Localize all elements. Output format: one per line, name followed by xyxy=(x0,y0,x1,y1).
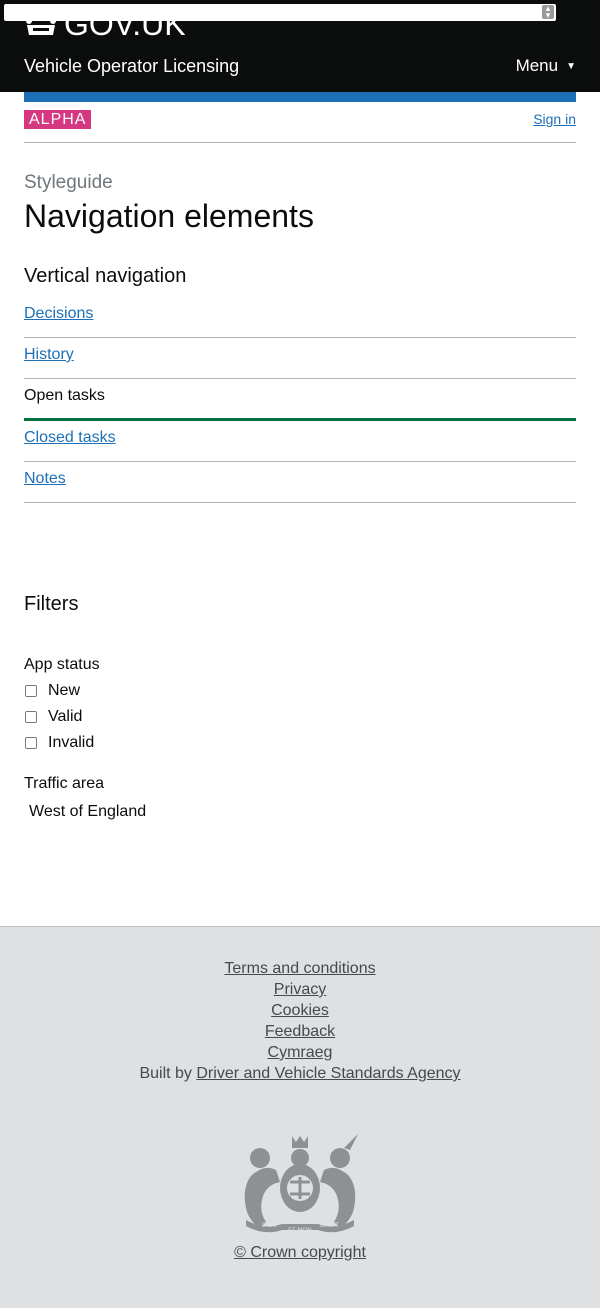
nav-item-decisions: Decisions xyxy=(24,297,576,338)
sign-in-link[interactable]: Sign in xyxy=(533,111,576,127)
filters-heading: Filters xyxy=(24,593,79,615)
royal-crest-icon: DIEU ET MON DROIT xyxy=(244,1134,358,1234)
menu-label: Menu xyxy=(515,56,559,75)
checkbox-label: New xyxy=(48,682,81,699)
crest-motto-3: DROIT xyxy=(320,1222,339,1229)
app-status-label: App status xyxy=(24,656,100,673)
vertical-nav-heading: Vertical navigation xyxy=(24,265,187,287)
crest-motto-1: DIEU xyxy=(262,1222,277,1229)
checkbox-box[interactable] xyxy=(25,685,37,697)
built-by-link[interactable]: Driver and Vehicle Standards Agency xyxy=(196,1065,460,1082)
nav-item-history: History xyxy=(24,338,576,379)
triangle-down-icon: ▼ xyxy=(566,60,576,72)
checkbox-invalid[interactable]: Invalid xyxy=(25,734,94,752)
checkbox-new[interactable]: New xyxy=(25,682,80,700)
nav-link-notes[interactable]: Notes xyxy=(24,470,66,488)
nav-link-closed-tasks[interactable]: Closed tasks xyxy=(24,429,116,447)
header-blue-bar xyxy=(24,92,576,102)
footer-link-cymraeg[interactable]: Cymraeg xyxy=(0,1042,600,1063)
nav-item-notes: Notes xyxy=(24,462,576,503)
built-by-prefix: Built by xyxy=(139,1065,192,1082)
footer-links: Terms and conditions Privacy Cookies Fee… xyxy=(0,958,600,1084)
traffic-area-label: Traffic area xyxy=(24,775,105,792)
logo-text: GOV.UK xyxy=(64,6,186,42)
built-by: Built by Driver and Vehicle Standards Ag… xyxy=(0,1063,600,1084)
nav-item-open-tasks: Open tasks xyxy=(24,379,576,421)
nav-link-decisions[interactable]: Decisions xyxy=(24,305,93,323)
traffic-area-select[interactable]: West of England xyxy=(29,803,146,821)
phase-banner: ALPHA Sign in xyxy=(24,110,576,143)
checkbox-label: Invalid xyxy=(48,734,95,751)
menu-button[interactable]: Menu ▼ xyxy=(516,56,576,76)
crown-icon xyxy=(26,14,56,35)
service-name[interactable]: Vehicle Operator Licensing xyxy=(24,56,239,77)
select-arrows-icon: ▴ ▾ xyxy=(542,4,554,20)
nav-link-history[interactable]: History xyxy=(24,346,74,364)
phase-tag: ALPHA xyxy=(24,110,92,129)
checkbox-box[interactable] xyxy=(25,711,37,723)
checkbox-valid[interactable]: Valid xyxy=(25,708,82,726)
footer-link-feedback[interactable]: Feedback xyxy=(0,1021,600,1042)
header: ▴ ▾ GOV.UK Vehicle Operator Licensing Men… xyxy=(0,0,600,92)
crown-copyright-link[interactable]: © Crown copyright xyxy=(234,1244,366,1261)
nav-current-open-tasks: Open tasks xyxy=(24,387,105,404)
nav-item-closed-tasks: Closed tasks xyxy=(24,421,576,462)
footer-link-terms[interactable]: Terms and conditions xyxy=(0,958,600,979)
checkbox-label: Valid xyxy=(48,708,83,725)
footer-link-cookies[interactable]: Cookies xyxy=(0,1000,600,1021)
page-title: Navigation elements xyxy=(24,198,314,234)
vertical-nav: Decisions History Open tasks Closed task… xyxy=(24,297,576,503)
page-caption: Styleguide xyxy=(24,172,113,193)
govuk-logo-link[interactable]: GOV.UK xyxy=(24,6,186,42)
checkbox-box[interactable] xyxy=(25,737,37,749)
footer-link-privacy[interactable]: Privacy xyxy=(0,979,600,1000)
copyright: © Crown copyright xyxy=(0,1244,600,1262)
crest-motto-2: ET MON xyxy=(288,1227,312,1234)
